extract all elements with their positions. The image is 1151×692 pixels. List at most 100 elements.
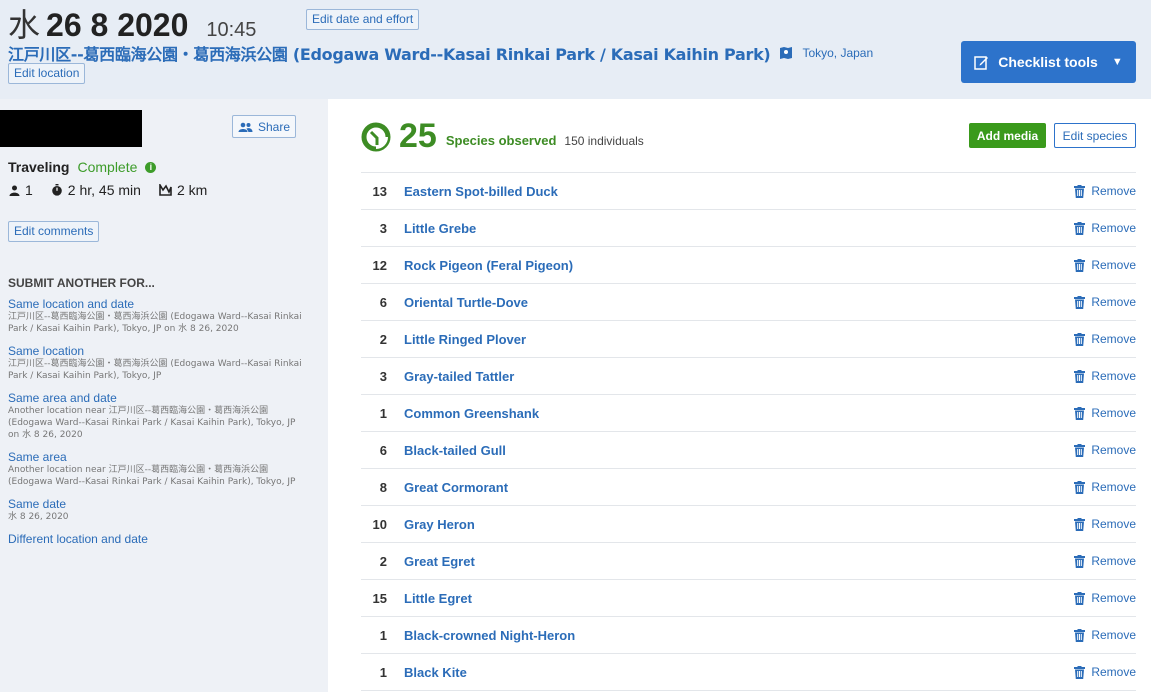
edit-comments-button[interactable]: Edit comments: [8, 221, 100, 242]
date-value: 26 8 2020: [46, 7, 189, 43]
trash-icon: [1074, 591, 1086, 605]
submit-option-link[interactable]: Different location and date: [8, 532, 308, 546]
remove-label: Remove: [1091, 665, 1136, 679]
remove-label: Remove: [1091, 517, 1136, 531]
submit-option-link[interactable]: Same date: [8, 497, 308, 511]
species-row-count: 8: [379, 479, 387, 495]
remove-label: Remove: [1091, 406, 1136, 420]
checklist-header: 水 26 8 2020 10:45 Edit date and effort 江…: [0, 0, 1151, 99]
day-of-week: 水: [8, 6, 41, 44]
submit-another-heading: SUBMIT ANOTHER FOR...: [8, 276, 155, 290]
remove-button[interactable]: Remove: [1074, 295, 1136, 309]
remove-label: Remove: [1091, 443, 1136, 457]
submit-option-desc: 江戸川区--葛西臨海公園・葛西海浜公園 (Edogawa Ward--Kasai…: [8, 359, 302, 381]
species-name-link[interactable]: Common Greenshank: [404, 406, 539, 421]
remove-button[interactable]: Remove: [1074, 406, 1136, 420]
remove-button[interactable]: Remove: [1074, 480, 1136, 494]
submit-option: Same location 江戸川区--葛西臨海公園・葛西海浜公園 (Edoga…: [8, 344, 308, 382]
species-row: 1 Common Greenshank Remove: [361, 395, 1136, 432]
remove-button[interactable]: Remove: [1074, 554, 1136, 568]
species-name-link[interactable]: Little Egret: [404, 591, 472, 606]
species-name-link[interactable]: Little Grebe: [404, 221, 476, 236]
checklist-tools-button[interactable]: Checklist tools ▼: [961, 41, 1136, 83]
species-row: 6 Black-tailed Gull Remove: [361, 432, 1136, 469]
share-people-icon: [238, 122, 253, 132]
edit-species-button[interactable]: Edit species: [1054, 123, 1136, 148]
species-row: 15 Little Egret Remove: [361, 580, 1136, 617]
submit-option-link[interactable]: Same area and date: [8, 391, 308, 405]
remove-button[interactable]: Remove: [1074, 591, 1136, 605]
remove-button[interactable]: Remove: [1074, 332, 1136, 346]
trash-icon: [1074, 443, 1086, 457]
remove-button[interactable]: Remove: [1074, 184, 1136, 198]
map-icon[interactable]: [779, 46, 793, 60]
remove-button[interactable]: Remove: [1074, 258, 1136, 272]
remove-button[interactable]: Remove: [1074, 443, 1136, 457]
species-name-link[interactable]: Black-tailed Gull: [404, 443, 506, 458]
distance-value: 2 km: [176, 182, 208, 198]
species-count: 25: [399, 117, 437, 155]
species-name-link[interactable]: Eastern Spot-billed Duck: [404, 184, 558, 199]
species-ring-icon: [361, 122, 391, 151]
remove-button[interactable]: Remove: [1074, 665, 1136, 679]
species-row: 13 Eastern Spot-billed Duck Remove: [361, 173, 1136, 210]
species-name-link[interactable]: Great Cormorant: [404, 480, 508, 495]
distance-stat: 2 km: [159, 182, 207, 198]
trash-icon: [1074, 184, 1086, 198]
remove-label: Remove: [1091, 628, 1136, 642]
submit-another-list: Same location and date 江戸川区--葛西臨海公園・葛西海浜…: [8, 297, 308, 555]
remove-label: Remove: [1091, 258, 1136, 272]
species-row-count: 13: [372, 183, 387, 199]
edit-location-button[interactable]: Edit location: [8, 63, 86, 84]
species-name-link[interactable]: Gray Heron: [404, 517, 475, 532]
species-name-link[interactable]: Little Ringed Plover: [404, 332, 526, 347]
submit-option-link[interactable]: Same location and date: [8, 297, 308, 311]
species-summary: 25 Species observed 150 individuals: [361, 117, 644, 156]
species-row: 6 Oriental Turtle-Dove Remove: [361, 284, 1136, 321]
checklist-tools-label: Checklist tools: [998, 54, 1098, 70]
species-name-link[interactable]: Gray-tailed Tattler: [404, 369, 514, 384]
edit-date-button[interactable]: Edit date and effort: [306, 9, 420, 30]
submit-option-desc: 江戸川区--葛西臨海公園・葛西海浜公園 (Edogawa Ward--Kasai…: [8, 312, 302, 334]
remove-label: Remove: [1091, 184, 1136, 198]
info-icon[interactable]: i: [145, 161, 157, 173]
submit-option: Same location and date 江戸川区--葛西臨海公園・葛西海浜…: [8, 297, 308, 335]
protocol-label: Traveling: [8, 159, 70, 175]
species-name-link[interactable]: Great Egret: [404, 554, 475, 569]
trash-icon: [1074, 221, 1086, 235]
remove-button[interactable]: Remove: [1074, 517, 1136, 531]
species-row-count: 2: [379, 331, 387, 347]
species-name-link[interactable]: Oriental Turtle-Dove: [404, 295, 528, 310]
status-label: Complete: [77, 159, 138, 175]
location-row: 江戸川区--葛西臨海公園・葛西海浜公園 (Edogawa Ward--Kasai…: [8, 41, 873, 65]
remove-button[interactable]: Remove: [1074, 369, 1136, 383]
redacted-user-name: [0, 110, 142, 147]
species-row-count: 6: [379, 442, 387, 458]
add-media-button[interactable]: Add media: [969, 123, 1046, 148]
trash-icon: [1074, 665, 1086, 679]
species-row: 3 Little Grebe Remove: [361, 210, 1136, 247]
trash-icon: [1074, 554, 1086, 568]
species-name-link[interactable]: Rock Pigeon (Feral Pigeon): [404, 258, 573, 273]
species-name-link[interactable]: Black Kite: [404, 665, 467, 680]
submit-option-link[interactable]: Same location: [8, 344, 308, 358]
remove-button[interactable]: Remove: [1074, 221, 1136, 235]
caret-down-icon: ▼: [1111, 56, 1123, 68]
trash-icon: [1074, 258, 1086, 272]
species-name-link[interactable]: Black-crowned Night-Heron: [404, 628, 575, 643]
share-button[interactable]: Share: [232, 115, 296, 138]
remove-label: Remove: [1091, 295, 1136, 309]
species-list: 13 Eastern Spot-billed Duck Remove 3 Little …: [361, 172, 1136, 691]
location-name-link[interactable]: 江戸川区--葛西臨海公園・葛西海浜公園 (Edogawa Ward--Kasai…: [8, 41, 771, 65]
species-row-count: 3: [379, 368, 387, 384]
remove-label: Remove: [1091, 369, 1136, 383]
submit-option-link[interactable]: Same area: [8, 450, 308, 464]
remove-button[interactable]: Remove: [1074, 628, 1136, 642]
checklist-date: 水 26 8 2020 10:45: [8, 0, 256, 46]
species-row: 1 Black-crowned Night-Heron Remove: [361, 617, 1136, 654]
species-row-count: 1: [379, 405, 387, 421]
trash-icon: [1074, 628, 1086, 642]
remove-label: Remove: [1091, 480, 1136, 494]
submit-option: Same date 水 8 26, 2020: [8, 497, 308, 523]
remove-label: Remove: [1091, 332, 1136, 346]
